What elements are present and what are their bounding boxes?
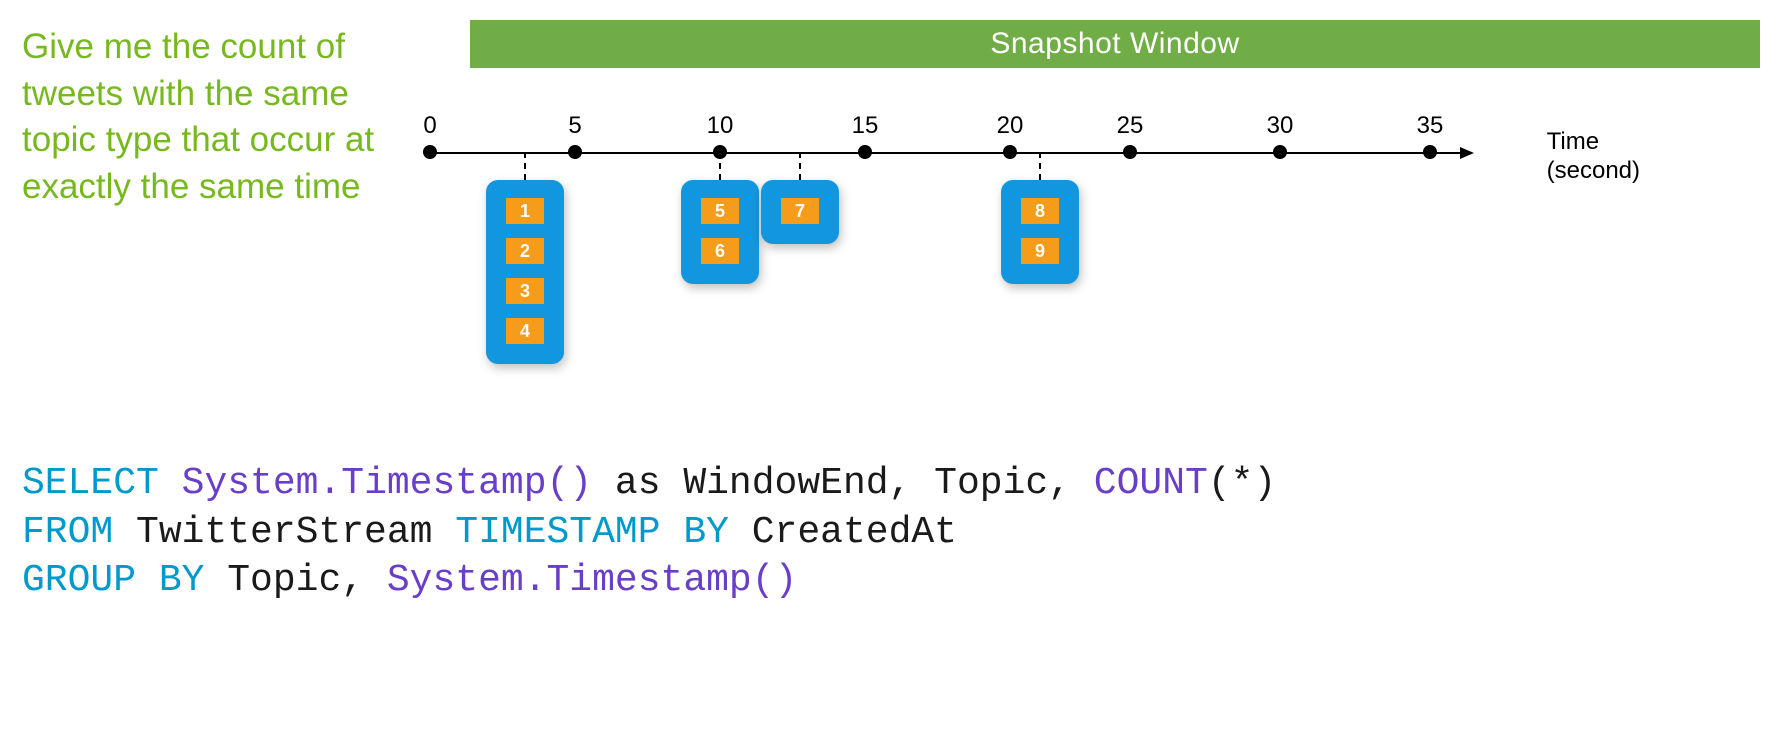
tick-dot	[1273, 145, 1287, 159]
event-group: 7	[761, 180, 839, 244]
connector-dash	[1039, 152, 1041, 180]
tick-label: 15	[852, 112, 879, 140]
event-box: 8	[1021, 198, 1059, 224]
tick-dot	[858, 145, 872, 159]
fn-system-timestamp-1: System.Timestamp()	[182, 462, 592, 505]
txt-group-by-mid: Topic,	[204, 559, 386, 602]
tick-label: 5	[568, 112, 581, 140]
kw-select: SELECT	[22, 462, 159, 505]
tick-label: 30	[1267, 112, 1294, 140]
description-text: Give me the count of tweets with the sam…	[22, 24, 402, 210]
tick-dot	[568, 145, 582, 159]
tick-dot	[423, 145, 437, 159]
time-axis	[430, 152, 1460, 154]
axis-title-line2: (second)	[1547, 157, 1640, 184]
event-box: 4	[506, 318, 544, 344]
event-group: 89	[1001, 180, 1079, 284]
axis-title-line1: Time	[1547, 128, 1599, 155]
fn-system-timestamp-2: System.Timestamp()	[387, 559, 797, 602]
timeline: Time (second) 05101520253035	[430, 110, 1530, 200]
txt-ts-by-tail: CreatedAt	[729, 511, 957, 554]
event-box: 3	[506, 278, 544, 304]
kw-timestamp-by: TIMESTAMP BY	[455, 511, 729, 554]
axis-title: Time (second)	[1547, 128, 1640, 186]
connector-dash	[719, 152, 721, 180]
txt-as-window: as WindowEnd, Topic,	[592, 462, 1094, 505]
tick-label: 20	[997, 112, 1024, 140]
tick-dot	[1423, 145, 1437, 159]
event-box: 1	[506, 198, 544, 224]
connector-dash	[524, 152, 526, 180]
kw-from: FROM	[22, 511, 113, 554]
connector-dash	[799, 152, 801, 180]
event-box: 9	[1021, 238, 1059, 264]
kw-group-by: GROUP BY	[22, 559, 204, 602]
fn-count: COUNT	[1094, 462, 1208, 505]
event-box: 5	[701, 198, 739, 224]
sql-code-block: SELECT System.Timestamp() as WindowEnd, …	[22, 460, 1276, 606]
tick-label: 35	[1417, 112, 1444, 140]
event-box: 7	[781, 198, 819, 224]
txt-count-tail: (*)	[1208, 462, 1276, 505]
event-box: 2	[506, 238, 544, 264]
snapshot-window-banner: Snapshot Window	[470, 20, 1760, 68]
tick-dot	[1123, 145, 1137, 159]
tick-label: 0	[423, 112, 436, 140]
event-box: 6	[701, 238, 739, 264]
txt-from-tail: TwitterStream	[113, 511, 455, 554]
event-group: 1 2 3 4	[486, 180, 564, 364]
tick-label: 25	[1117, 112, 1144, 140]
tick-dot	[1003, 145, 1017, 159]
tick-label: 10	[707, 112, 734, 140]
event-group: 56	[681, 180, 759, 284]
